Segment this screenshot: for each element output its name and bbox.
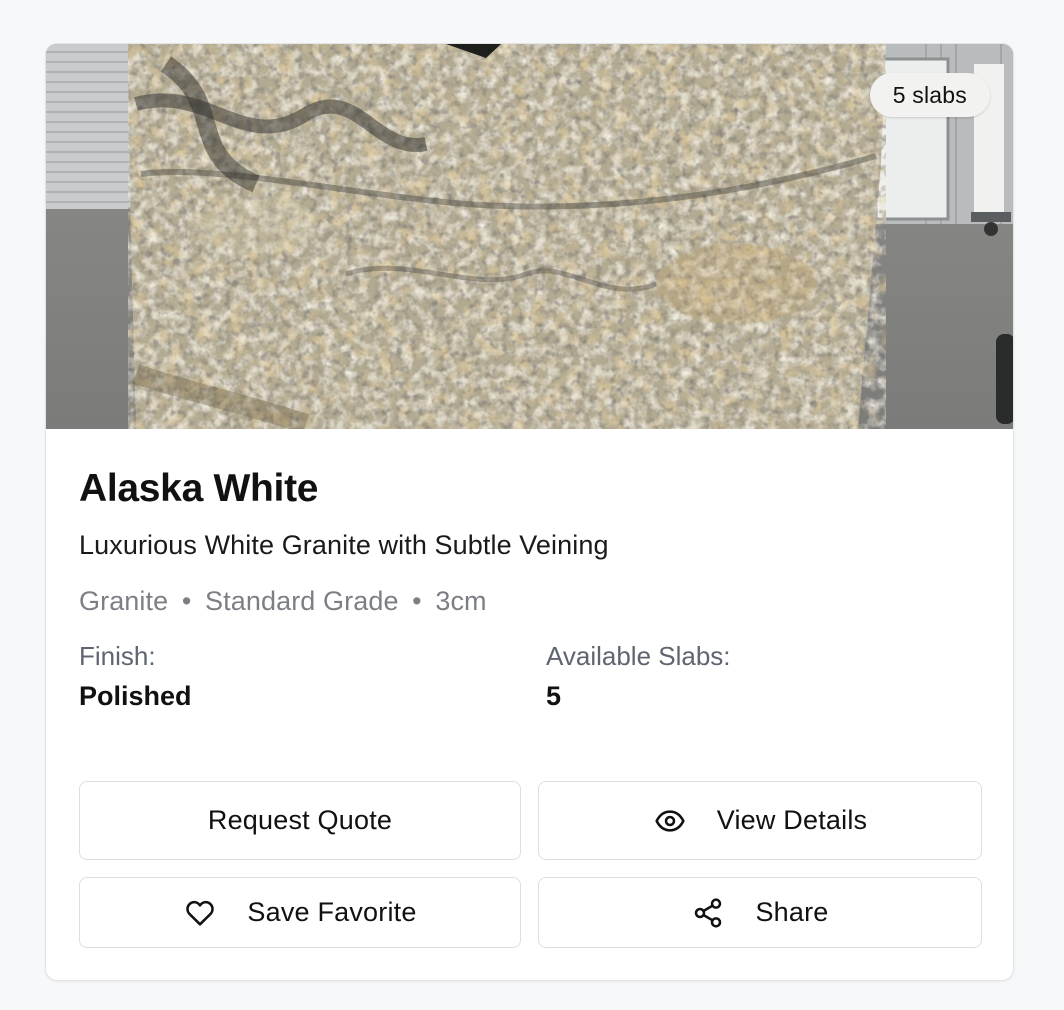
granite-slab-photo [46, 44, 1013, 429]
available-slabs-value: 5 [546, 681, 562, 711]
share-button[interactable]: Share [538, 877, 982, 948]
eye-icon [653, 804, 687, 838]
material-type: Granite [79, 586, 169, 616]
request-quote-label: Request Quote [207, 805, 393, 835]
request-quote-button[interactable]: Request Quote [79, 781, 521, 860]
thickness: 3cm [435, 586, 487, 616]
product-meta: Granite • Standard Grade • 3cm [79, 583, 487, 619]
save-favorite-button[interactable]: Save Favorite [79, 877, 521, 948]
available-slabs-label: Available Slabs: [546, 641, 731, 671]
view-details-button[interactable]: View Details [538, 781, 982, 860]
share-label: Share [755, 897, 829, 927]
product-image[interactable]: 5 slabs [46, 44, 1013, 429]
finish-label: Finish: [79, 641, 156, 671]
product-tagline: Luxurious White Granite with Subtle Vein… [79, 530, 609, 560]
heart-icon [183, 896, 217, 930]
finish-spec: Finish: Polished [79, 639, 192, 713]
product-card: 5 slabs Alaska White Luxurious White Gra… [45, 43, 1014, 981]
meta-separator: • [412, 586, 422, 616]
product-title: Alaska White [79, 467, 319, 510]
share-icon [691, 896, 725, 930]
available-slabs-spec: Available Slabs: 5 [546, 639, 731, 713]
grade: Standard Grade [205, 586, 399, 616]
meta-separator: • [181, 586, 192, 616]
view-details-label: View Details [716, 805, 868, 835]
save-favorite-label: Save Favorite [247, 897, 417, 927]
slab-count-badge: 5 slabs [869, 73, 990, 117]
finish-value: Polished [79, 681, 192, 711]
